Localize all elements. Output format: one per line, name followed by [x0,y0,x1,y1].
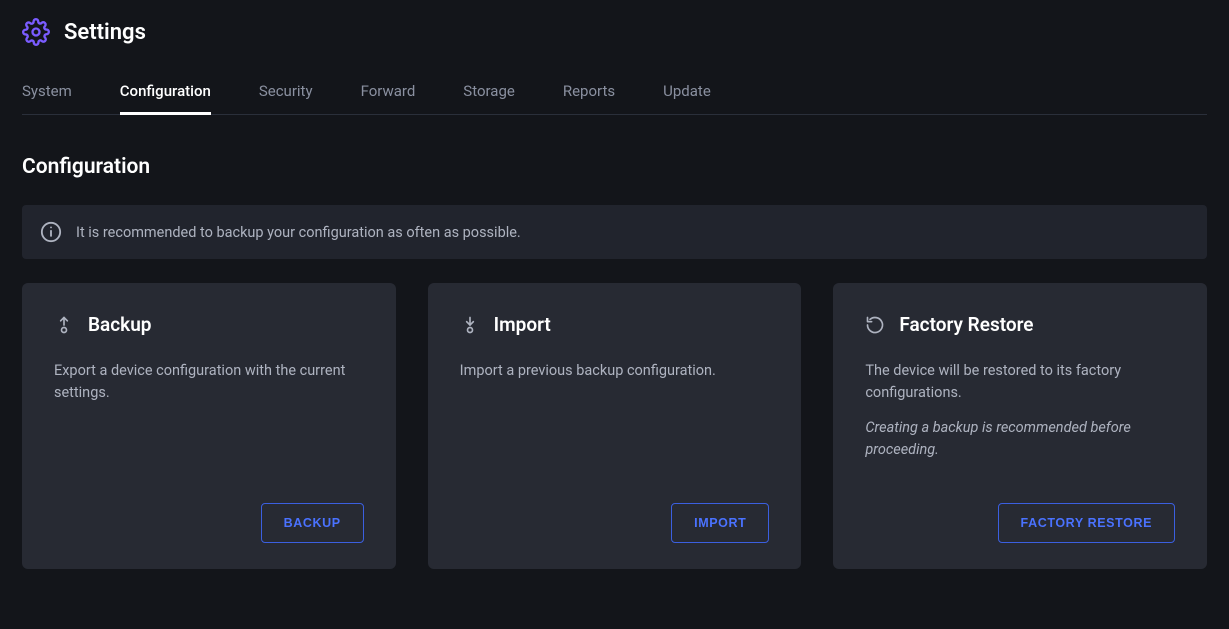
tabs-nav: System Configuration Security Forward St… [22,76,1207,115]
card-restore-note: Creating a backup is recommended before … [865,417,1175,462]
factory-restore-button[interactable]: FACTORY RESTORE [998,503,1175,543]
info-banner-text: It is recommended to backup your configu… [76,224,521,241]
card-import-desc: Import a previous backup configuration. [460,360,770,382]
info-banner: It is recommended to backup your configu… [22,205,1207,259]
import-button[interactable]: IMPORT [671,503,769,543]
tab-configuration[interactable]: Configuration [120,76,211,114]
backup-button[interactable]: BACKUP [261,503,364,543]
card-backup-desc: Export a device configuration with the c… [54,360,364,405]
import-icon [460,315,480,335]
section-title: Configuration [22,155,1207,179]
restore-icon [865,315,885,335]
card-grid: Backup Export a device configuration wit… [22,283,1207,569]
gear-icon [22,18,50,46]
card-backup: Backup Export a device configuration wit… [22,283,396,569]
card-import-title: Import [494,313,551,336]
tab-system[interactable]: System [22,76,72,114]
export-icon [54,315,74,335]
card-factory-restore: Factory Restore The device will be resto… [833,283,1207,569]
card-import: Import Import a previous backup configur… [428,283,802,569]
tab-forward[interactable]: Forward [361,76,416,114]
tab-update[interactable]: Update [663,76,711,114]
tab-reports[interactable]: Reports [563,76,615,114]
page-title: Settings [64,20,146,45]
info-icon [40,221,62,243]
card-backup-title: Backup [88,313,152,336]
page-header: Settings [22,18,1207,46]
tab-storage[interactable]: Storage [463,76,515,114]
tab-security[interactable]: Security [259,76,313,114]
card-restore-desc: The device will be restored to its facto… [865,360,1175,405]
card-restore-title: Factory Restore [899,313,1033,336]
